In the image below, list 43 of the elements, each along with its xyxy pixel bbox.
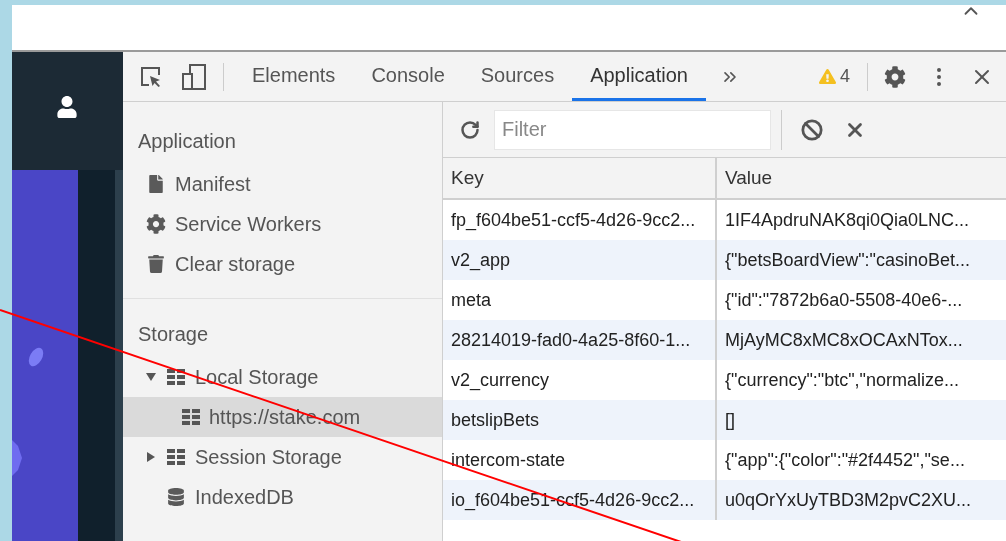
- warning-icon: [819, 68, 836, 85]
- database-icon: [167, 488, 185, 506]
- sidebar-item[interactable]: Session Storage: [123, 437, 442, 477]
- sidebar-item[interactable]: IndexedDB: [123, 477, 442, 517]
- sidebar-item[interactable]: Clear storage: [123, 244, 442, 284]
- sidebar-item[interactable]: Service Workers: [123, 204, 442, 244]
- panel-tab[interactable]: Elements: [234, 52, 354, 101]
- sidebar-item[interactable]: Manifest: [123, 164, 442, 204]
- panel-tab[interactable]: Console: [353, 52, 463, 101]
- panel-tab[interactable]: Application: [572, 52, 706, 101]
- table-cell-text: 1IF4ApdruNAK8qi0Qia0LNC...: [724, 208, 971, 232]
- refresh-icon[interactable]: [460, 119, 480, 140]
- column-header[interactable]: Key: [443, 158, 717, 198]
- panel-tab[interactable]: Sources: [462, 52, 573, 101]
- table-cell-text: {"betsBoardView":"casinoBet...: [724, 248, 971, 272]
- collapsed-triangle-icon[interactable]: [145, 451, 157, 463]
- filter-field[interactable]: Filter: [494, 109, 771, 150]
- storage-icon: [166, 367, 186, 387]
- user-icon[interactable]: [55, 96, 78, 118]
- sidebar-item[interactable]: Local Storage: [123, 357, 442, 397]
- settings-icon[interactable]: [884, 65, 906, 88]
- section-heading: Application: [137, 129, 237, 154]
- table-cell-text: MjAyMC8xMC8xOCAxNTox...: [724, 328, 964, 352]
- storage-icon: [181, 407, 201, 427]
- table-cell-text: {"app":{"color":"#2f4452","se...: [724, 448, 966, 472]
- table-cell-text: {"id":"7872b6a0-5508-40e6-...: [724, 288, 964, 312]
- warning-count: 4: [840, 65, 850, 88]
- clear-all-icon[interactable]: [801, 118, 823, 141]
- warnings-indicator[interactable]: 4: [819, 63, 850, 90]
- hexagon-icon: [12, 440, 22, 476]
- table-cell-text: []: [724, 408, 736, 432]
- file-icon: [147, 175, 165, 193]
- trash-icon: [147, 255, 165, 273]
- column-header[interactable]: Value: [717, 158, 1006, 198]
- inspect-icon[interactable]: [140, 65, 162, 88]
- chip-icon: [27, 346, 45, 368]
- table-cell-text: u0qOrYxUyTBD3M2pvC2XU...: [724, 488, 973, 512]
- device-icon[interactable]: [182, 63, 206, 90]
- section-heading: Storage: [137, 322, 210, 347]
- gear-icon: [146, 214, 166, 234]
- storage-icon: [166, 447, 186, 467]
- expanded-triangle-icon[interactable]: [145, 371, 157, 383]
- table-cell-text: {"currency":"btc","normalize...: [724, 368, 961, 392]
